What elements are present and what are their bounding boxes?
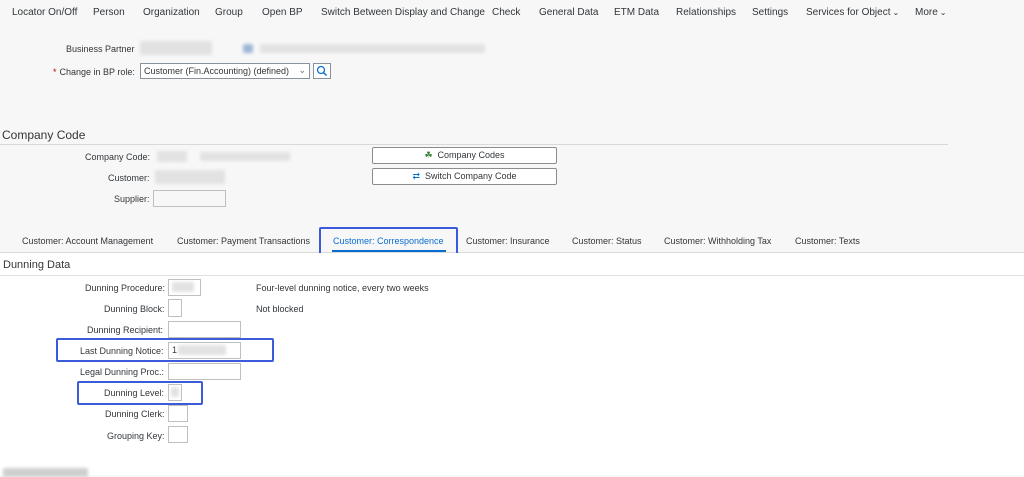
dunning-recipient-field[interactable] xyxy=(168,321,241,338)
legal-dunning-field[interactable] xyxy=(168,363,241,380)
dunning-procedure-description: Four-level dunning notice, every two wee… xyxy=(256,283,429,293)
dunning-block-field[interactable] xyxy=(168,299,182,317)
toolbar: Locator On/Off Person Organization Group… xyxy=(0,0,1024,27)
group-button[interactable]: Group xyxy=(215,7,243,18)
person-button[interactable]: Person xyxy=(93,7,125,18)
business-partner-value xyxy=(140,41,212,55)
search-icon xyxy=(316,65,328,77)
tab-account-management[interactable]: Customer: Account Management xyxy=(22,236,153,246)
company-codes-label: Company Codes xyxy=(437,150,505,160)
tab-insurance[interactable]: Customer: Insurance xyxy=(466,236,550,246)
grouping-key-field[interactable] xyxy=(168,426,188,443)
settings-button[interactable]: Settings xyxy=(752,7,788,18)
dunning-divider xyxy=(0,275,1024,276)
company-code-description xyxy=(200,152,290,161)
switch-company-code-label: Switch Company Code xyxy=(425,171,517,181)
business-partner-label: Business Partner xyxy=(66,44,135,54)
customer-label: Customer: xyxy=(108,173,150,183)
switch-display-change-button[interactable]: Switch Between Display and Change xyxy=(321,7,485,18)
general-data-button[interactable]: General Data xyxy=(539,7,598,18)
switch-icon: ⇄ xyxy=(412,171,420,181)
partner-type-icon xyxy=(243,44,253,53)
dunning-clerk-label: Dunning Clerk: xyxy=(105,409,165,419)
services-for-object-menu[interactable]: Services for Object ⌄ xyxy=(806,7,899,18)
bp-role-value: Customer (Fin.Accounting) (defined) xyxy=(144,66,290,76)
services-label: Services for Object xyxy=(806,7,891,18)
company-code-label: Company Code: xyxy=(85,152,151,162)
switch-company-code-button[interactable]: ⇄ Switch Company Code xyxy=(372,168,557,185)
tab-payment-transactions[interactable]: Customer: Payment Transactions xyxy=(177,236,310,246)
legal-dunning-label: Legal Dunning Proc.: xyxy=(80,367,165,377)
customer-value xyxy=(155,170,225,184)
dunning-procedure-value xyxy=(172,282,194,292)
grouping-key-label: Grouping Key: xyxy=(107,431,165,441)
chevron-down-icon: ⌄ xyxy=(939,8,947,17)
chevron-down-icon: ⌄ xyxy=(298,65,306,75)
change-role-label: * Change in BP role: xyxy=(53,67,135,77)
dunning-block-description: Not blocked xyxy=(256,304,304,314)
company-code-title: Company Code xyxy=(2,128,86,142)
dunning-data-title: Dunning Data xyxy=(3,259,71,271)
role-search-button[interactable] xyxy=(313,63,331,79)
chevron-down-icon: ⌄ xyxy=(892,8,900,17)
business-partner-description xyxy=(260,44,485,53)
required-marker: * xyxy=(53,67,57,77)
dunning-recipient-label: Dunning Recipient: xyxy=(87,325,164,335)
company-code-divider xyxy=(0,144,948,145)
etm-data-button[interactable]: ETM Data xyxy=(614,7,659,18)
dunning-clerk-field[interactable] xyxy=(168,405,188,422)
last-notice-highlight-box xyxy=(56,338,274,362)
supplier-field[interactable] xyxy=(153,190,226,207)
relationships-button[interactable]: Relationships xyxy=(676,7,736,18)
company-codes-button[interactable]: ☘ Company Codes xyxy=(372,147,557,164)
more-label: More xyxy=(915,7,938,18)
change-role-text: Change in BP role: xyxy=(59,67,135,77)
dunning-level-highlight-box xyxy=(77,381,203,405)
tab-status[interactable]: Customer: Status xyxy=(572,236,642,246)
organization-button[interactable]: Organization xyxy=(143,7,200,18)
open-bp-button[interactable]: Open BP xyxy=(262,7,303,18)
locator-toggle-button[interactable]: Locator On/Off xyxy=(12,7,77,18)
tab-withholding-tax[interactable]: Customer: Withholding Tax xyxy=(664,236,771,246)
company-codes-icon: ☘ xyxy=(424,150,433,160)
tab-texts[interactable]: Customer: Texts xyxy=(795,236,860,246)
check-button[interactable]: Check xyxy=(492,7,520,18)
dunning-procedure-label: Dunning Procedure: xyxy=(85,283,166,293)
dunning-block-label: Dunning Block: xyxy=(104,304,165,314)
next-section-title-partial xyxy=(3,468,88,477)
more-menu[interactable]: More ⌄ xyxy=(915,7,947,18)
bp-role-select[interactable]: Customer (Fin.Accounting) (defined) ⌄ xyxy=(140,63,310,79)
company-code-value xyxy=(157,151,187,162)
supplier-label: Supplier: xyxy=(114,194,150,204)
